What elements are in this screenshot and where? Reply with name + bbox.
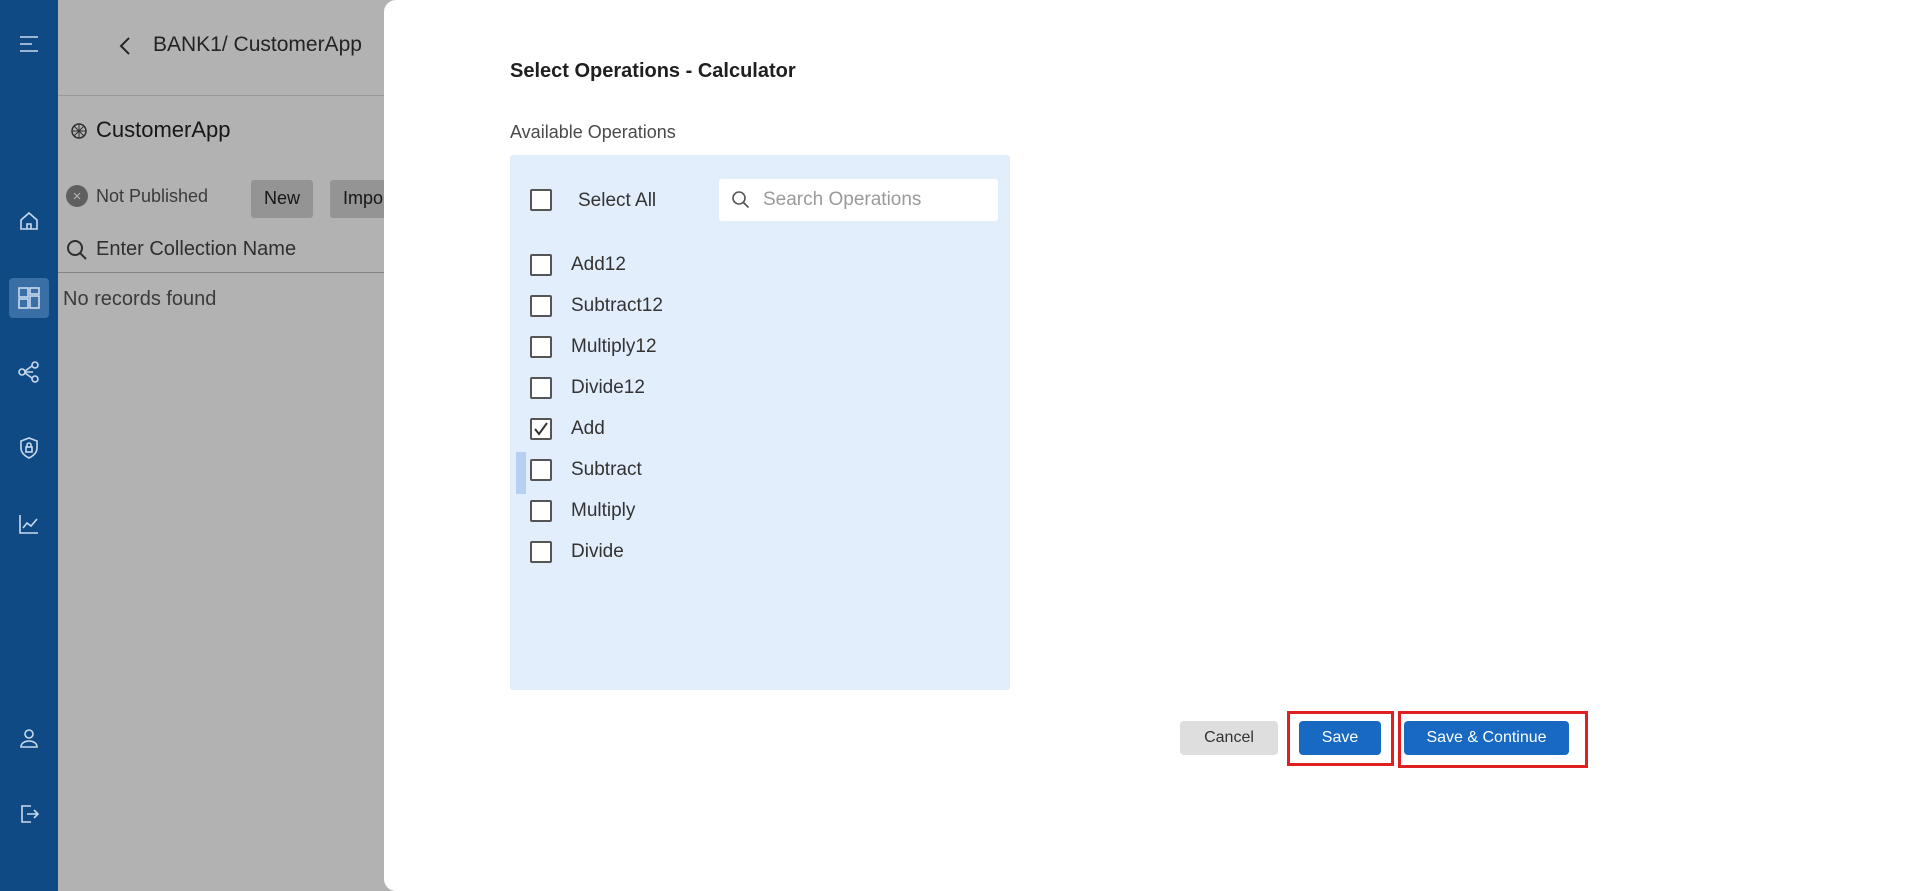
share-icon[interactable]	[0, 352, 58, 392]
operation-label[interactable]: Add	[571, 418, 605, 440]
operation-label[interactable]: Divide12	[571, 377, 645, 399]
operation-item[interactable]: Add12	[510, 245, 1010, 285]
operation-label[interactable]: Divide	[571, 541, 624, 563]
focus-indicator	[516, 452, 526, 494]
save-continue-highlight-box	[1398, 711, 1588, 768]
operation-label[interactable]: Multiply	[571, 500, 635, 522]
shield-icon[interactable]	[0, 428, 58, 468]
operation-item[interactable]: Subtract	[510, 450, 1010, 494]
user-icon[interactable]	[0, 718, 58, 758]
operation-label[interactable]: Add12	[571, 254, 626, 276]
dashboard-icon[interactable]	[0, 278, 58, 318]
operation-checkbox[interactable]	[530, 254, 552, 276]
menu-icon[interactable]	[0, 24, 58, 64]
operation-checkbox[interactable]	[530, 295, 552, 317]
operation-checkbox[interactable]	[530, 459, 552, 481]
cancel-button[interactable]: Cancel	[1180, 721, 1278, 755]
operation-item[interactable]: Subtract12	[510, 286, 1010, 326]
chart-icon[interactable]	[0, 504, 58, 544]
select-operations-drawer: Select Operations - Calculator Available…	[384, 0, 1919, 891]
drawer-title: Select Operations - Calculator	[510, 60, 796, 82]
operation-label[interactable]: Subtract12	[571, 295, 663, 317]
operation-item[interactable]: Multiply	[510, 491, 1010, 531]
operation-label[interactable]: Subtract	[571, 459, 642, 481]
operation-checkbox[interactable]	[530, 377, 552, 399]
select-all-label[interactable]: Select All	[578, 190, 656, 212]
operation-checkbox[interactable]	[530, 541, 552, 563]
search-operations-input[interactable]	[763, 189, 993, 211]
home-icon[interactable]	[0, 201, 58, 241]
select-all-checkbox[interactable]	[530, 189, 552, 211]
operation-item[interactable]: Divide	[510, 532, 1010, 572]
operation-item[interactable]: Multiply12	[510, 327, 1010, 367]
logout-icon[interactable]	[0, 794, 58, 834]
operation-checkbox[interactable]	[530, 500, 552, 522]
operation-item[interactable]: Divide12	[510, 368, 1010, 408]
search-icon	[732, 191, 750, 209]
save-highlight-box	[1287, 711, 1394, 766]
available-operations-label: Available Operations	[510, 122, 676, 142]
search-operations[interactable]	[719, 179, 998, 221]
operation-checkbox-checked[interactable]	[530, 418, 552, 440]
nav-rail	[0, 0, 58, 891]
operation-checkbox[interactable]	[530, 336, 552, 358]
operation-item[interactable]: Add	[510, 409, 1010, 449]
check-icon	[534, 422, 548, 436]
operations-panel: Select All Add12 Subtract12 Multiply12 D…	[510, 155, 1010, 690]
operation-label[interactable]: Multiply12	[571, 336, 657, 358]
